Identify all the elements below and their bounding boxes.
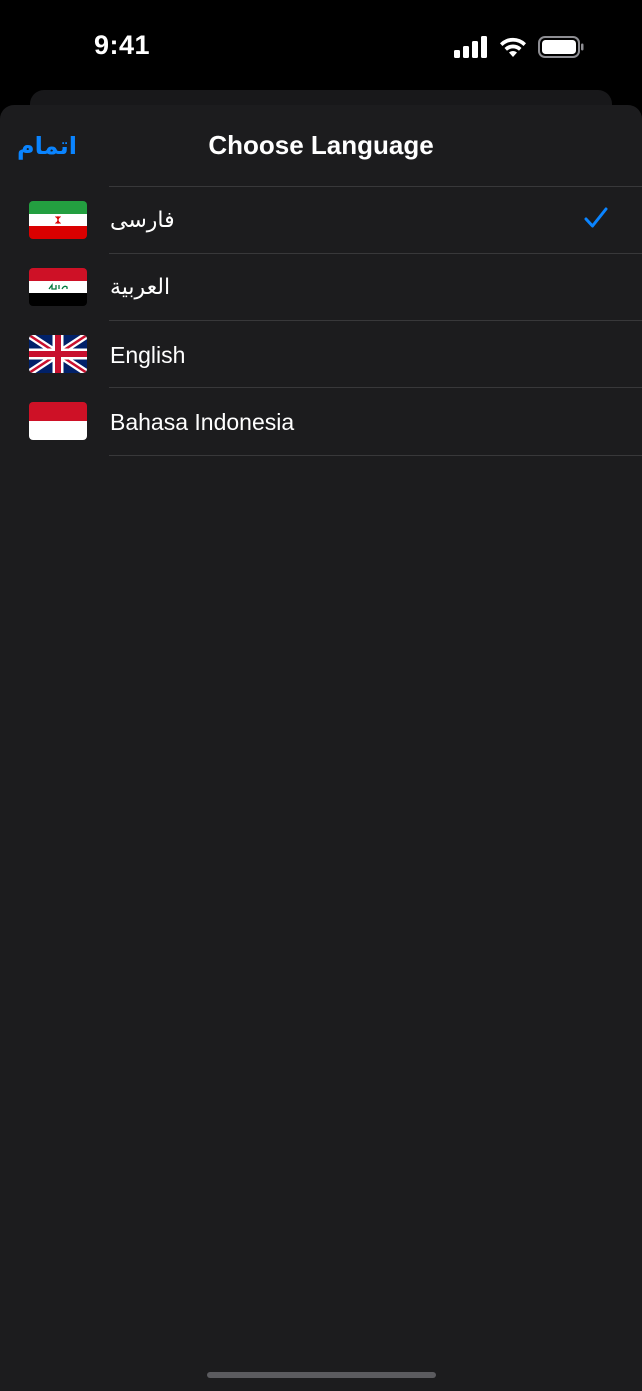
iraq-flag-icon bbox=[29, 268, 87, 306]
iran-flag-icon bbox=[29, 201, 87, 239]
language-sheet: اتمام Choose Language فارسی العربية Engl… bbox=[0, 105, 642, 1391]
checkmark-icon bbox=[584, 207, 608, 228]
language-label: فارسی bbox=[110, 208, 175, 233]
home-indicator[interactable] bbox=[207, 1372, 436, 1378]
screen: 9:41 اتمام Choose Language فارسی العربية… bbox=[0, 0, 642, 1391]
cellular-signal-icon bbox=[454, 36, 487, 58]
language-label: العربية bbox=[110, 275, 171, 300]
nav-bar: اتمام Choose Language bbox=[0, 105, 642, 187]
language-label: Bahasa Indonesia bbox=[110, 409, 295, 435]
uk-flag-icon bbox=[29, 335, 87, 373]
language-row-farsi[interactable]: فارسی bbox=[0, 186, 642, 254]
language-row-indonesian[interactable]: Bahasa Indonesia bbox=[0, 387, 642, 456]
sheet-title: Choose Language bbox=[208, 130, 434, 160]
indonesia-flag-icon bbox=[29, 402, 87, 440]
wifi-icon bbox=[500, 37, 526, 57]
battery-icon bbox=[538, 36, 584, 58]
status-bar: 9:41 bbox=[0, 0, 642, 95]
language-row-arabic[interactable]: العربية bbox=[0, 253, 642, 321]
status-time: 9:41 bbox=[94, 30, 151, 60]
language-label: English bbox=[110, 342, 186, 368]
language-list: فارسی العربية English Bahasa Indonesia bbox=[0, 186, 642, 456]
language-row-english[interactable]: English bbox=[0, 320, 642, 388]
status-icons bbox=[454, 34, 584, 60]
